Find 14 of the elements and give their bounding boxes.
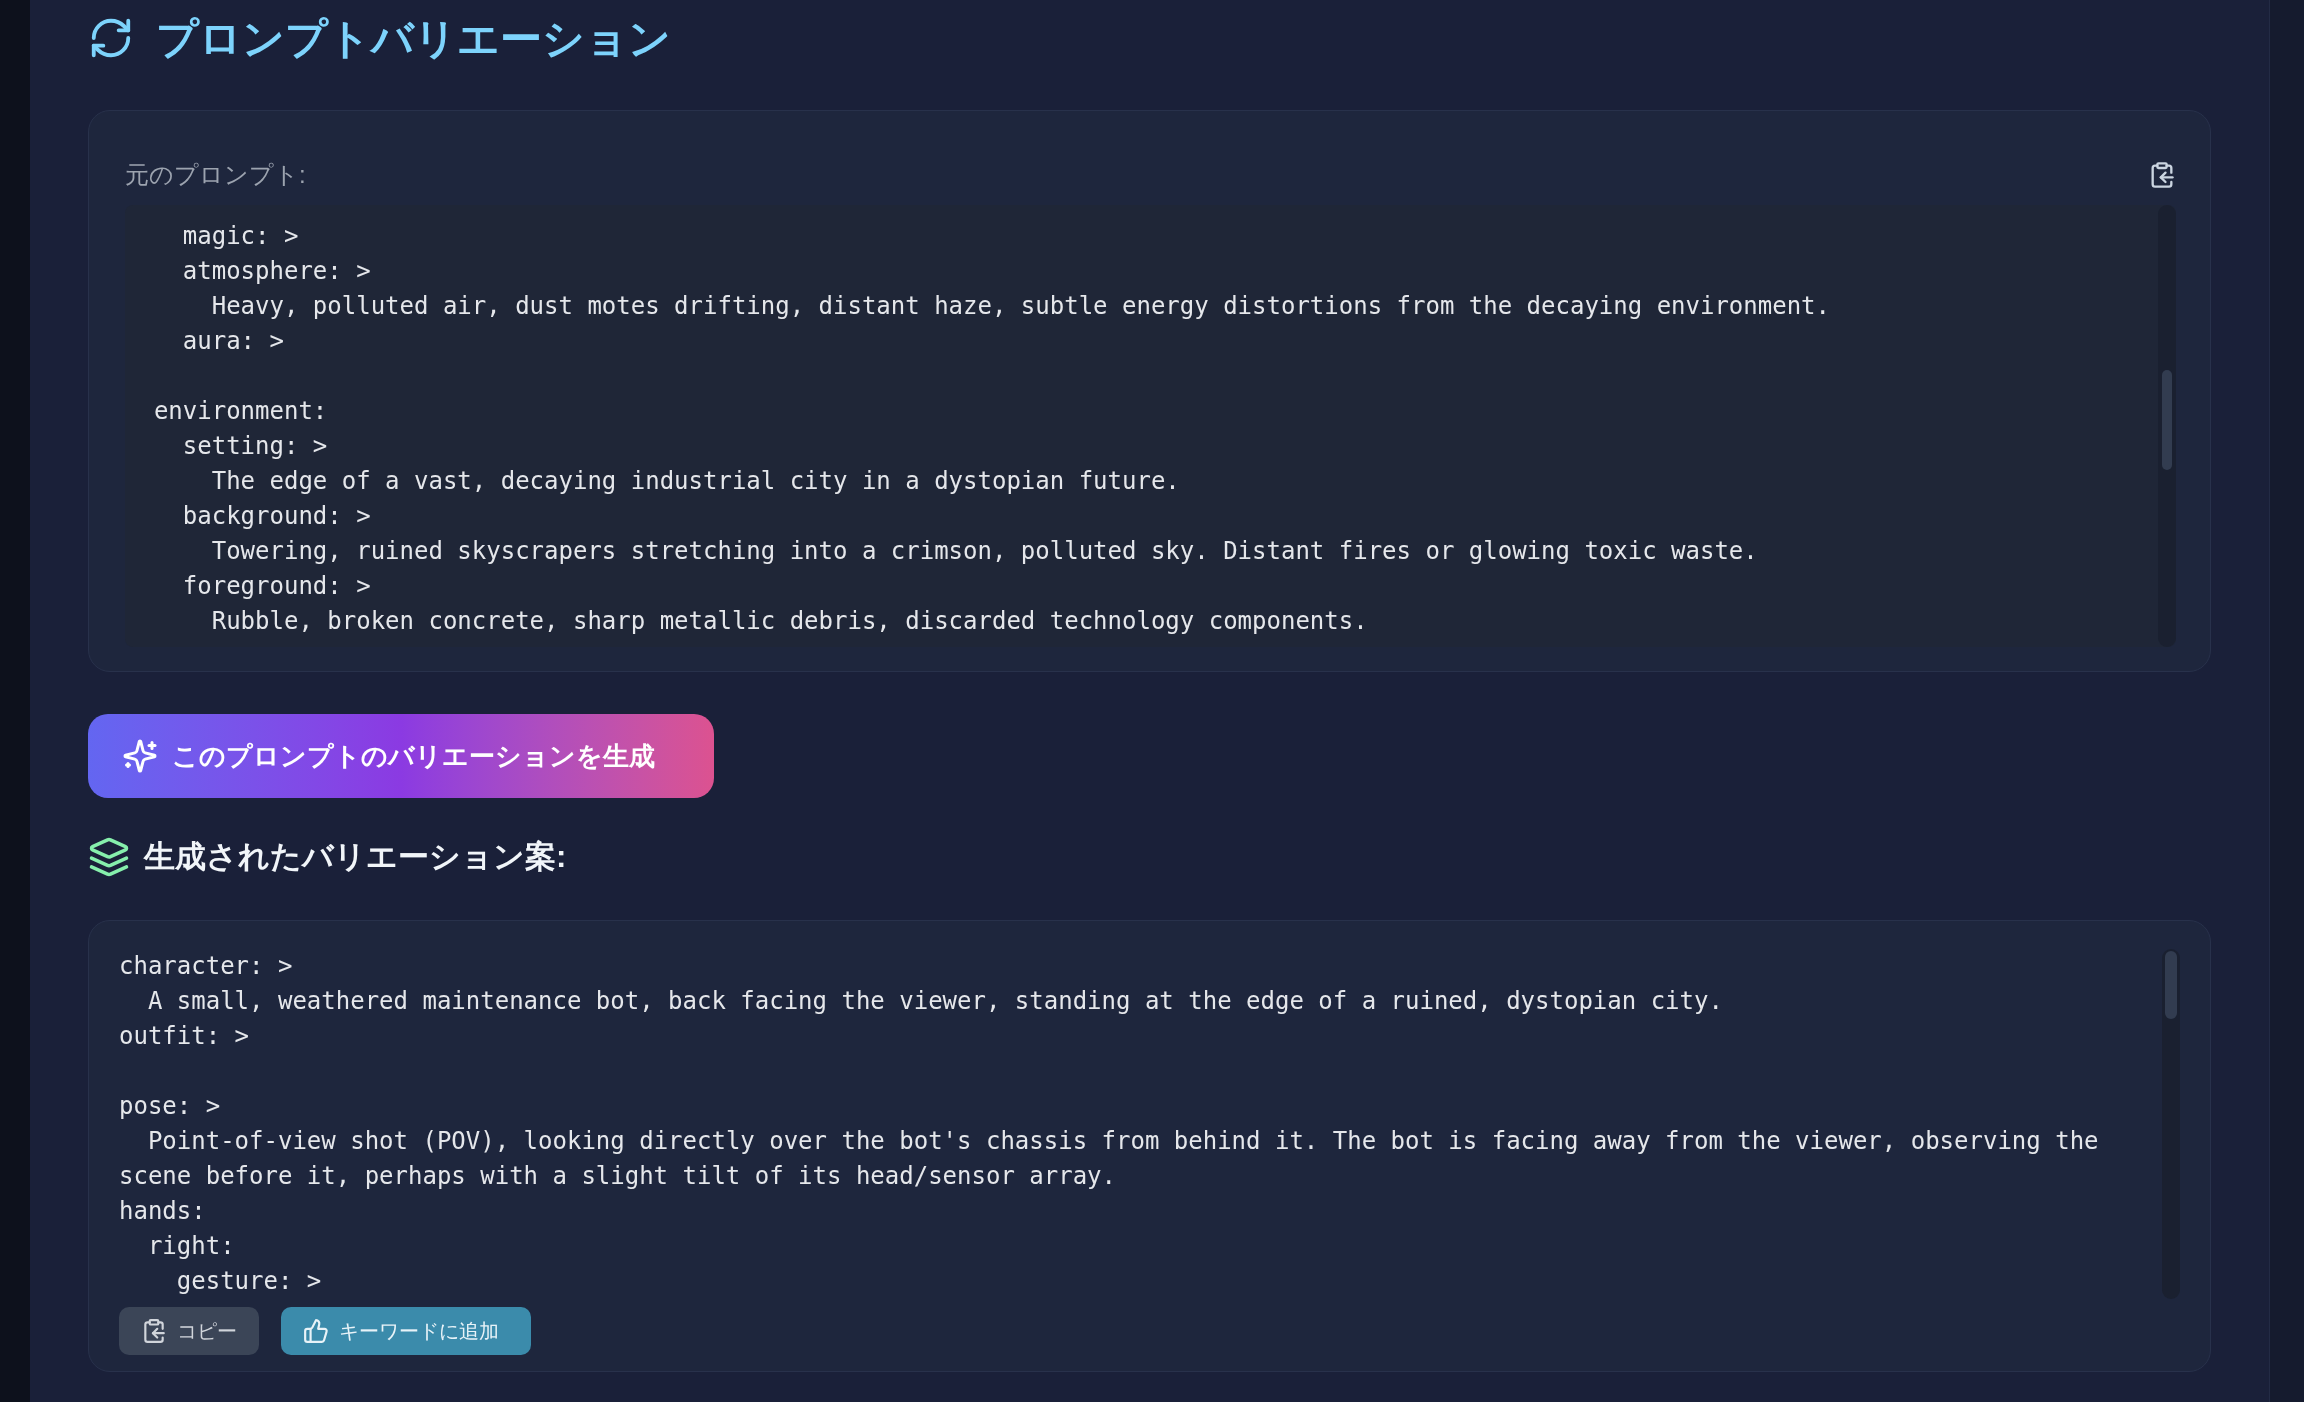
- layers-icon: [88, 836, 130, 878]
- variation-text: character: > A small, weathered maintenance bot, back facing the viewer, standing at the edge of a ruined, dystopian city. outfit: > pose: > Point-of-view shot (POV), looking directly over the bot's chassis from behind it. The bot is facing away from the viewer, observing the scene before it, perhaps with a slight tilt of its head/sensor array. hands: right: gesture: >: [119, 951, 2100, 1297]
- add-keyword-button[interactable]: キーワードに追加: [281, 1307, 531, 1355]
- clipboard-icon: [141, 1318, 167, 1344]
- thumbs-up-icon: [303, 1318, 329, 1344]
- scrollbar[interactable]: [2158, 205, 2176, 647]
- prompt-label: 元のプロンプト:: [125, 160, 306, 190]
- page-title: プロンプトバリエーション: [156, 13, 671, 64]
- sparkle-icon: [122, 738, 158, 774]
- section-heading: 生成されたバリエーション案:: [144, 837, 567, 876]
- scrollbar[interactable]: [2162, 949, 2180, 1299]
- copy-button[interactable]: コピー: [119, 1307, 259, 1355]
- generate-button[interactable]: このプロンプトのバリエーションを生成: [88, 714, 714, 798]
- prompt-text: magic: > atmosphere: > Heavy, polluted air, dust motes drifting, distant haze, subtle energy distortions from the decaying environment. aura: > environment: setting: > The edge of a vast, decaying industrial city in a dystopian future. background: > Towering, ruined skyscrapers stretching into a crimson, polluted sky. Distant fires or glowing toxic waste. foreground: > Rubble, broken concrete, sharp metallic debris, discarded technology components.: [152, 221, 1831, 637]
